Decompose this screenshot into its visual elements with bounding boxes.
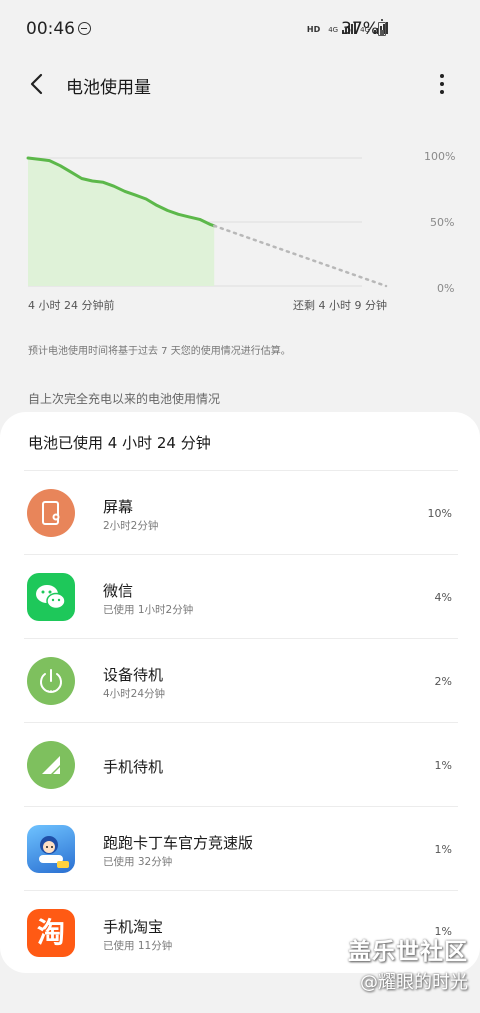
app-row-device-standby[interactable]: 设备待机 4小时24分钟 2% (0, 639, 480, 723)
y-tick-0: 0% (437, 282, 455, 295)
app-name: 屏幕 (103, 498, 134, 516)
app-percentage: 1% (434, 843, 452, 856)
app-name: 手机待机 (103, 758, 164, 776)
more-options-button[interactable] (430, 70, 454, 98)
battery-area-fill (28, 158, 215, 286)
app-name: 设备待机 (103, 666, 164, 684)
battery-chart-svg (26, 156, 388, 288)
network-type-icon: 4G (328, 26, 339, 34)
y-tick-50: 50% (430, 216, 455, 229)
status-time: 00:46 (26, 19, 75, 39)
app-usage-time: 已使用 1小时2分钟 (103, 604, 194, 616)
app-percentage: 1% (434, 759, 452, 772)
usage-summary: 电池已使用 4 小时 24 分钟 (28, 434, 211, 452)
estimate-note: 预计电池使用时间将基于过去 7 天您的使用情况进行估算。 (28, 346, 291, 357)
kartrider-icon (27, 825, 75, 873)
app-row-kartrider[interactable]: 跑跑卡丁车官方竞速版 已使用 32分钟 1% (0, 807, 480, 891)
app-percentage: 4% (434, 591, 452, 604)
wechat-icon (27, 573, 75, 621)
app-percentage: 10% (427, 507, 452, 520)
screen-icon (27, 489, 75, 537)
hd-icon: HD (306, 25, 321, 34)
usage-card: 电池已使用 4 小时 24 分钟 屏幕 2小时2分钟 10% 微信 已使用 1小… (0, 412, 480, 973)
app-usage-time: 已使用 11分钟 (103, 940, 173, 952)
app-row-screen[interactable]: 屏幕 2小时2分钟 10% (0, 471, 480, 555)
app-usage-time: 已使用 32分钟 (103, 856, 173, 868)
do-not-disturb-icon (78, 22, 91, 35)
app-name: 跑跑卡丁车官方竞速版 (103, 834, 254, 852)
app-usage-time: 2小时2分钟 (103, 520, 159, 532)
battery-percentage: 37% (341, 19, 379, 39)
app-name: 微信 (103, 582, 134, 600)
app-name: 手机淘宝 (103, 918, 164, 936)
watermark-author: @耀眼的时光 (360, 972, 468, 993)
status-bar: 00:46 HD 4G 4G 37% (0, 0, 480, 60)
more-vertical-icon (440, 74, 444, 78)
app-usage-time: 4小时24分钟 (103, 688, 166, 700)
x-start-label: 4 小时 24 分钟前 (28, 299, 115, 312)
app-percentage: 2% (434, 675, 452, 688)
signal-icon (27, 741, 75, 789)
back-arrow-icon (30, 73, 43, 95)
y-tick-100: 100% (424, 150, 456, 163)
taobao-glyph: 淘 (36, 916, 65, 949)
back-button[interactable] (24, 70, 52, 98)
x-end-label: 还剩 4 小时 9 分钟 (293, 299, 387, 312)
battery-chart: 100% 50% 0% 4 小时 24 分钟前 还剩 4 小时 9 分钟 (0, 140, 480, 320)
power-icon (27, 657, 75, 705)
taobao-icon: 淘 (27, 909, 75, 957)
page-title: 电池使用量 (66, 78, 151, 98)
section-title: 自上次完全充电以来的电池使用情况 (28, 392, 221, 406)
battery-predicted-line (212, 224, 388, 288)
header: 电池使用量 (0, 60, 480, 110)
app-row-wechat[interactable]: 微信 已使用 1小时2分钟 4% (0, 555, 480, 639)
battery-icon (378, 19, 386, 36)
watermark-community: 盖乐世社区 (348, 939, 468, 965)
app-row-phone-standby[interactable]: 手机待机 1% (0, 723, 480, 807)
